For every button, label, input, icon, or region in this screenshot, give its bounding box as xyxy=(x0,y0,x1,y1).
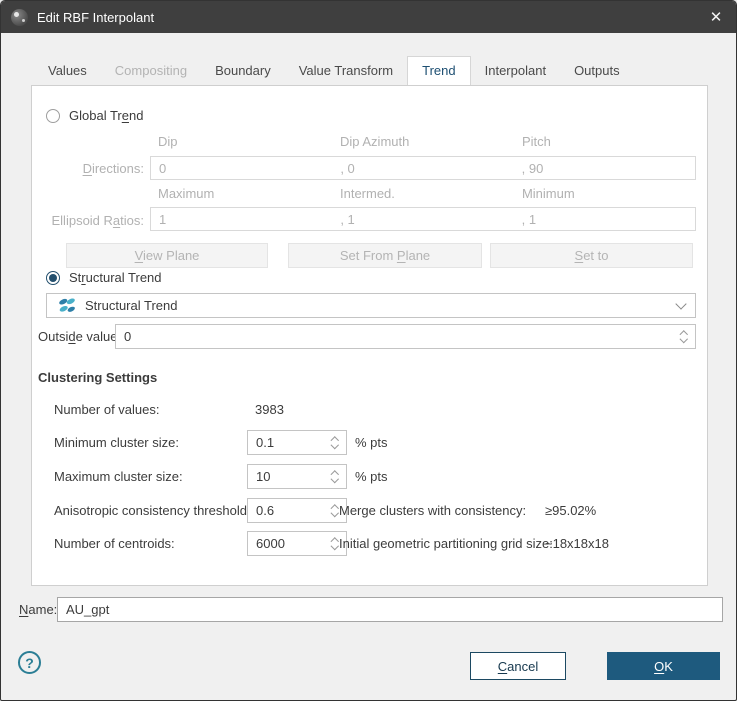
header-pitch: Pitch xyxy=(514,134,696,149)
merge-consistency-value: ≥95.02% xyxy=(545,503,596,518)
ratio-intermed-value: , 1 xyxy=(332,212,513,227)
ratio-headers: Maximum Intermed. Minimum xyxy=(150,186,696,201)
max-cluster-size-spinbox[interactable]: 10 xyxy=(247,464,347,489)
anisotropic-threshold-spinbox[interactable]: 0.6 xyxy=(247,498,347,523)
global-trend-label: Global Trend xyxy=(69,108,143,123)
anisotropic-threshold-input[interactable]: 0.6 xyxy=(248,503,324,518)
ellipsoid-ratios-input: 1 , 1 , 1 xyxy=(150,207,696,231)
ratio-minimum-value: , 1 xyxy=(514,212,695,227)
set-from-plane-button: Set From Plane xyxy=(288,243,482,268)
ok-button[interactable]: OK xyxy=(607,652,720,680)
partitioning-grid-value: ~18x18x18 xyxy=(545,536,609,551)
tab-interpolant[interactable]: Interpolant xyxy=(471,57,560,85)
structural-trend-select[interactable]: Structural Trend xyxy=(46,293,696,318)
structural-trend-icon xyxy=(57,297,77,314)
min-cluster-size-suffix: % pts xyxy=(355,435,388,450)
set-to-button: Set to xyxy=(490,243,693,268)
radio-circle-icon[interactable] xyxy=(46,109,60,123)
tab-compositing: Compositing xyxy=(101,57,201,85)
partitioning-grid-label: Initial geometric partitioning grid size… xyxy=(339,536,553,551)
anisotropic-threshold-label: Anisotropic consistency threshold: xyxy=(54,503,251,518)
tab-bar: Values Compositing Boundary Value Transf… xyxy=(34,58,634,85)
tab-value-transform[interactable]: Value Transform xyxy=(285,57,407,85)
number-of-centroids-spinbox[interactable]: 6000 xyxy=(247,531,347,556)
global-trend-radio[interactable]: Global Trend xyxy=(46,108,143,123)
ellipsoid-ratios-label: Ellipsoid Ratios: xyxy=(32,213,144,228)
structural-trend-label: Structural Trend xyxy=(69,270,162,285)
number-of-centroids-input[interactable]: 6000 xyxy=(248,536,324,551)
tab-values[interactable]: Values xyxy=(34,57,101,85)
directions-label: Directions: xyxy=(32,161,144,176)
close-icon[interactable]: ✕ xyxy=(696,1,736,33)
tab-trend[interactable]: Trend xyxy=(407,56,470,85)
outside-value-label: Outside value: xyxy=(38,329,121,344)
direction-headers: Dip Dip Azimuth Pitch xyxy=(150,134,696,149)
tab-boundary[interactable]: Boundary xyxy=(201,57,285,85)
directions-dip-value: 0 xyxy=(151,161,332,176)
min-cluster-size-input[interactable]: 0.1 xyxy=(248,435,324,450)
view-plane-button: View Plane xyxy=(66,243,268,268)
min-cluster-size-label: Minimum cluster size: xyxy=(54,435,179,450)
cancel-button[interactable]: Cancel xyxy=(470,652,566,680)
max-cluster-size-input[interactable]: 10 xyxy=(248,469,324,484)
directions-pitch-value: , 90 xyxy=(514,161,695,176)
radio-selected-icon[interactable] xyxy=(46,271,60,285)
directions-input: 0 , 0 , 90 xyxy=(150,156,696,180)
header-intermed: Intermed. xyxy=(332,186,514,201)
app-icon xyxy=(11,9,28,26)
tab-outputs[interactable]: Outputs xyxy=(560,57,634,85)
number-of-values-value: 3983 xyxy=(255,402,284,417)
max-cluster-size-label: Maximum cluster size: xyxy=(54,469,183,484)
dialog-edit-rbf-interpolant: Edit RBF Interpolant ✕ Values Compositin… xyxy=(0,0,737,701)
clustering-settings-heading: Clustering Settings xyxy=(38,370,157,385)
structural-trend-select-value: Structural Trend xyxy=(85,298,178,313)
min-cluster-size-spinbox[interactable]: 0.1 xyxy=(247,430,347,455)
chevron-down-icon xyxy=(675,298,686,309)
titlebar: Edit RBF Interpolant ✕ xyxy=(1,1,736,33)
outside-value-input[interactable]: 0 xyxy=(116,329,673,344)
help-icon[interactable]: ? xyxy=(18,651,41,674)
max-cluster-size-suffix: % pts xyxy=(355,469,388,484)
header-dip: Dip xyxy=(150,134,332,149)
number-of-centroids-label: Number of centroids: xyxy=(54,536,175,551)
header-dip-azimuth: Dip Azimuth xyxy=(332,134,514,149)
name-label: Name: xyxy=(19,602,57,617)
number-of-values-label: Number of values: xyxy=(54,402,160,417)
merge-consistency-label: Merge clusters with consistency: xyxy=(339,503,526,518)
header-minimum: Minimum xyxy=(514,186,696,201)
outside-value-spinbox[interactable]: 0 xyxy=(115,324,696,349)
trend-panel: Global Trend Dip Dip Azimuth Pitch Direc… xyxy=(31,85,708,586)
window-title: Edit RBF Interpolant xyxy=(37,10,154,25)
directions-azimuth-value: , 0 xyxy=(332,161,513,176)
ratio-maximum-value: 1 xyxy=(151,212,332,227)
name-input[interactable] xyxy=(57,597,723,622)
structural-trend-radio[interactable]: Structural Trend xyxy=(46,270,162,285)
header-maximum: Maximum xyxy=(150,186,332,201)
